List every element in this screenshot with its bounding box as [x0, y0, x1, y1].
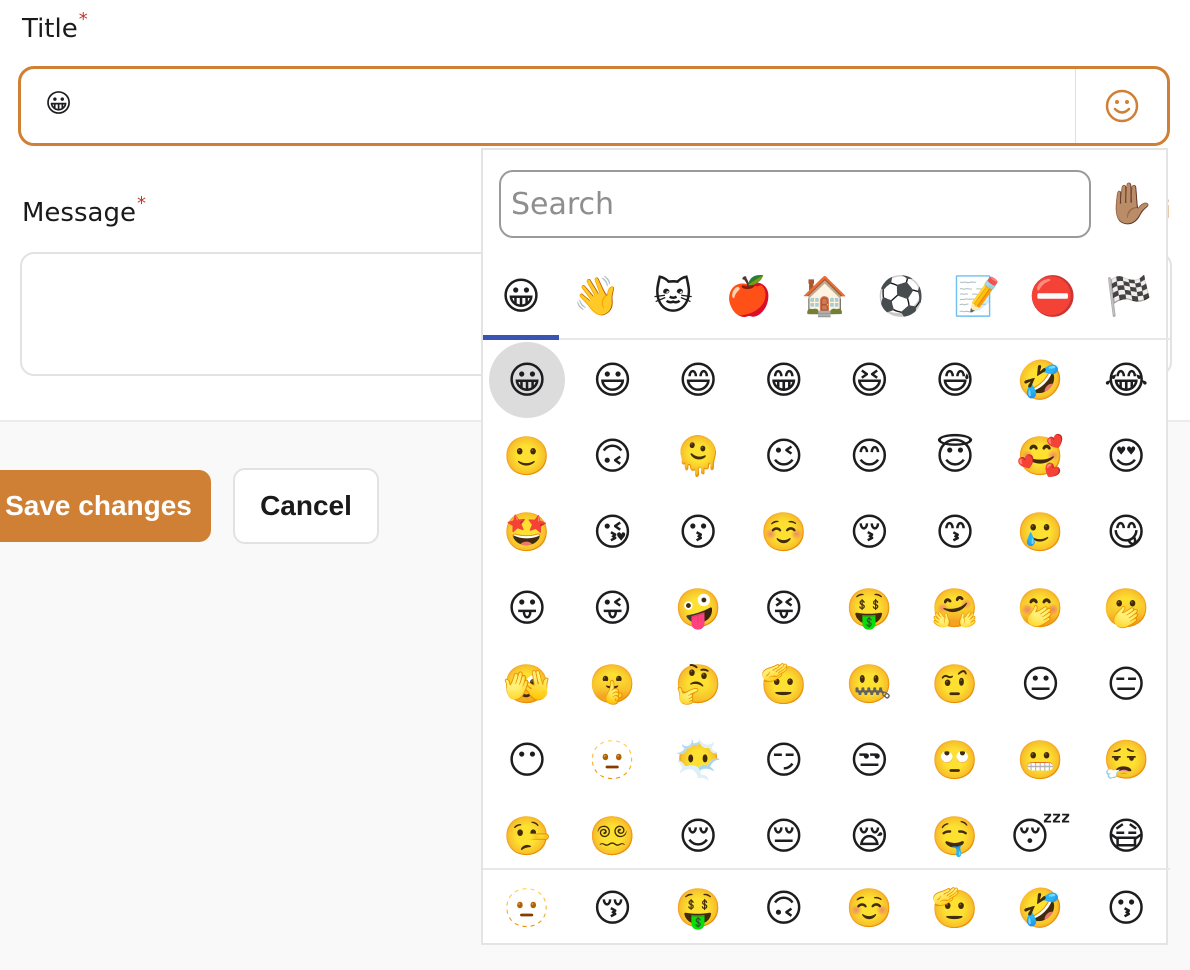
emoji-cell[interactable]: 😑 — [1088, 646, 1164, 722]
emoji-cell[interactable]: 😐 — [1003, 646, 1079, 722]
recent-emojis: 🫥 😚 🤑 🙃 ☺️ 🫡 🤣 😗 — [483, 868, 1170, 945]
emoji-cell[interactable]: 😃 — [575, 342, 651, 418]
emoji-cell[interactable]: 😉 — [746, 418, 822, 494]
category-tab[interactable]: 📝 — [939, 270, 1015, 338]
emoji-cell[interactable]: 😛 — [489, 570, 565, 646]
category-tab[interactable]: 🍎 — [711, 270, 787, 338]
title-input[interactable]: 😀 — [18, 66, 1170, 146]
recent-emoji-cell[interactable]: 🫥 — [489, 870, 565, 946]
title-label: Title* — [22, 9, 88, 44]
emoji-cell[interactable]: 😂 — [1088, 342, 1164, 418]
emoji-cell[interactable]: 😙 — [917, 494, 993, 570]
skin-tone-button[interactable]: ✋🏽 — [1105, 178, 1155, 228]
emoji-cell[interactable]: 😅 — [917, 342, 993, 418]
category-tab[interactable]: 🏁 — [1091, 270, 1167, 338]
emoji-cell[interactable]: 😴 — [1003, 798, 1079, 874]
emoji-cell[interactable]: 😄 — [660, 342, 736, 418]
emoji-cell[interactable]: 🤫 — [575, 646, 651, 722]
emoji-cell[interactable]: 😌 — [660, 798, 736, 874]
emoji-cell[interactable]: 🙂 — [489, 418, 565, 494]
emoji-cell[interactable]: 🤤 — [917, 798, 993, 874]
recent-emoji-cell[interactable]: 🙃 — [746, 870, 822, 946]
emoji-cell[interactable]: 🤐 — [831, 646, 907, 722]
emoji-cell[interactable]: 🫡 — [746, 646, 822, 722]
category-tabs: 😀 👋 🐱 🍎 🏠 ⚽ 📝 ⛔ 🏁 — [483, 260, 1170, 340]
emoji-cell[interactable]: 😶 — [489, 722, 565, 798]
emoji-cell[interactable]: 🤨 — [917, 646, 993, 722]
emoji-cell[interactable]: 🤑 — [831, 570, 907, 646]
emoji-cell[interactable]: 🫥 — [575, 722, 651, 798]
category-tab[interactable]: ⚽ — [863, 270, 939, 338]
emoji-grid: 😀 😃 😄 😁 😆 😅 🤣 😂 🙂 🙃 🫠 😉 😊 😇 🥰 😍 🤩 😘 😗 ☺️ 😚 😙 🥲 😋 😛 😜 🤪 😝 🤑 🤗 🤭 🫢 🫣 🤫 🤔 🫡 🤐 🤨 😐… — [483, 342, 1170, 868]
save-changes-button[interactable]: Save changes — [0, 470, 211, 542]
required-mark: * — [78, 9, 88, 30]
emoji-cell[interactable]: 😔 — [746, 798, 822, 874]
emoji-cell[interactable]: 🥰 — [1003, 418, 1079, 494]
title-input-value: 😀 — [45, 89, 73, 119]
emoji-cell[interactable]: 😍 — [1088, 418, 1164, 494]
category-tab[interactable]: 🐱 — [635, 270, 711, 338]
emoji-cell[interactable]: 😶‍🌫️ — [660, 722, 736, 798]
emoji-cell[interactable]: 😮‍💨 — [1088, 722, 1164, 798]
emoji-cell[interactable]: 🤗 — [917, 570, 993, 646]
recent-emoji-cell[interactable]: 🫡 — [917, 870, 993, 946]
emoji-cell[interactable]: 😁 — [746, 342, 822, 418]
recent-emoji-cell[interactable]: 🤑 — [660, 870, 736, 946]
emoji-cell[interactable]: 🫢 — [1088, 570, 1164, 646]
emoji-cell[interactable]: 😪 — [831, 798, 907, 874]
emoji-cell[interactable]: 🙃 — [575, 418, 651, 494]
recent-emoji-cell[interactable]: 🤣 — [1003, 870, 1079, 946]
emoji-cell[interactable]: 🤔 — [660, 646, 736, 722]
recent-emoji-cell[interactable]: 😗 — [1088, 870, 1164, 946]
emoji-cell[interactable]: 🫠 — [660, 418, 736, 494]
emoji-picker: ✋🏽 😀👋🐱🍎🏠⚽📝⛔🏁 😀😃😄😁😆😅🤣😂🙂🙃🫠😉😊😇🥰😍🤩😘😗☺️😚😙🥲😋😛😜… — [481, 148, 1170, 945]
category-tab[interactable]: 👋 — [559, 270, 635, 338]
emoji-cell[interactable]: 😗 — [660, 494, 736, 570]
cancel-button[interactable]: Cancel — [233, 468, 379, 544]
emoji-cell[interactable]: 😋 — [1088, 494, 1164, 570]
message-label: Message* — [22, 193, 146, 228]
emoji-cell[interactable]: 🤭 — [1003, 570, 1079, 646]
required-mark: * — [136, 193, 146, 214]
emoji-search-input[interactable] — [501, 172, 1089, 236]
emoji-cell[interactable]: 😝 — [746, 570, 822, 646]
emoji-cell[interactable]: 😒 — [831, 722, 907, 798]
category-tab[interactable]: 😀 — [483, 270, 559, 340]
recent-emoji-cell[interactable]: ☺️ — [831, 870, 907, 946]
emoji-cell[interactable]: 😀 — [489, 342, 565, 418]
emoji-picker-button[interactable] — [1075, 69, 1167, 143]
emoji-cell[interactable]: 🤩 — [489, 494, 565, 570]
category-tab[interactable]: 🏠 — [787, 270, 863, 338]
recent-emoji-cell[interactable]: 😚 — [575, 870, 651, 946]
emoji-cell[interactable]: 🤣 — [1003, 342, 1079, 418]
emoji-cell[interactable]: 😜 — [575, 570, 651, 646]
emoji-cell[interactable]: 😆 — [831, 342, 907, 418]
emoji-cell[interactable]: 🙄 — [917, 722, 993, 798]
emoji-cell[interactable]: ☺️ — [746, 494, 822, 570]
emoji-cell[interactable]: 🤥 — [489, 798, 565, 874]
emoji-cell[interactable]: 😊 — [831, 418, 907, 494]
emoji-cell[interactable]: 😬 — [1003, 722, 1079, 798]
emoji-cell[interactable]: 🫣 — [489, 646, 565, 722]
emoji-cell[interactable]: 😵‍💫 — [575, 798, 651, 874]
emoji-cell[interactable]: 🥲 — [1003, 494, 1079, 570]
emoji-cell[interactable]: 😇 — [917, 418, 993, 494]
category-tab[interactable]: ⛔ — [1015, 270, 1091, 338]
emoji-cell[interactable]: 😷 — [1088, 798, 1164, 874]
emoji-search-box[interactable] — [499, 170, 1091, 238]
emoji-cell[interactable]: 😏 — [746, 722, 822, 798]
emoji-cell[interactable]: 😚 — [831, 494, 907, 570]
emoji-cell[interactable]: 😘 — [575, 494, 651, 570]
smiley-outline-icon — [1105, 89, 1138, 123]
emoji-cell[interactable]: 🤪 — [660, 570, 736, 646]
